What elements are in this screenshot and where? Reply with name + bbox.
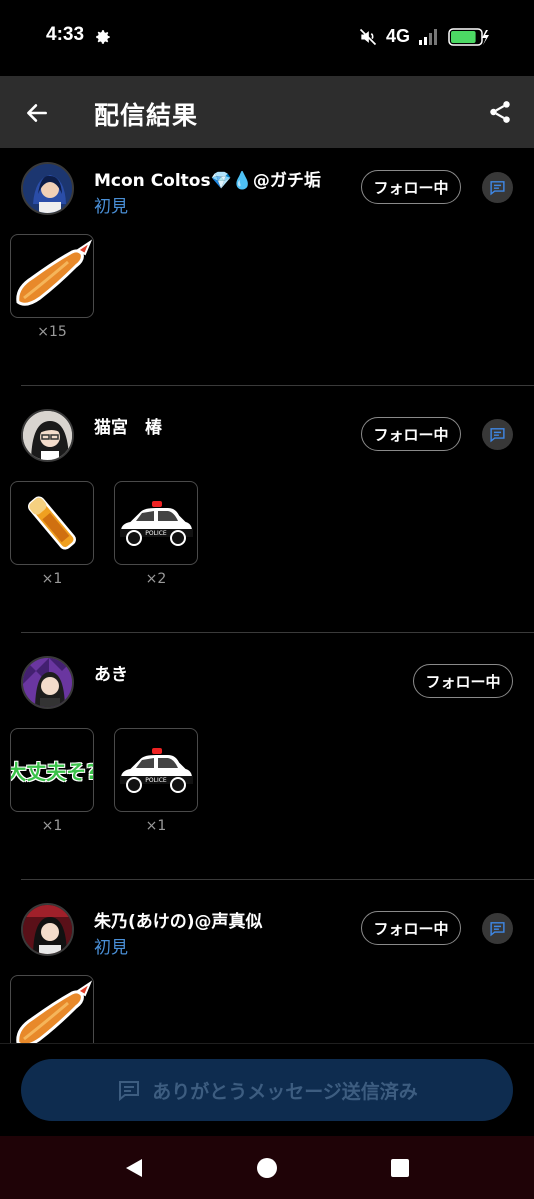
message-button[interactable] <box>482 172 513 203</box>
police-car-icon: POLICE <box>119 501 194 546</box>
message-button[interactable] <box>482 913 513 944</box>
chat-bubble-icon <box>490 181 505 196</box>
back-button[interactable] <box>20 96 54 130</box>
chat-bubble-icon <box>119 1081 140 1102</box>
triangle-back-icon <box>126 1159 142 1177</box>
thanks-button-label: ありがとうメッセージ送信済み <box>152 1080 418 1103</box>
viewer-item: Mcon Coltos💎💧@ガチ垢 初見 フォロー中 ×15 <box>0 148 534 386</box>
share-icon <box>490 101 510 123</box>
gift-item[interactable]: 大丈夫そ? <box>10 728 94 812</box>
follow-button[interactable]: フォロー中 <box>413 664 513 698</box>
avatar[interactable] <box>21 656 74 709</box>
viewer-name: 猫宮 椿 <box>94 418 162 438</box>
divider <box>21 632 534 633</box>
gift-item[interactable] <box>10 481 94 565</box>
gift-count: ×1 <box>41 571 63 587</box>
viewer-name: あき <box>94 665 128 685</box>
message-button[interactable] <box>482 419 513 450</box>
police-car-icon: POLICE <box>119 748 194 793</box>
signal-icon <box>419 28 437 45</box>
share-button[interactable] <box>484 96 516 128</box>
gift-item[interactable]: POLICE <box>114 728 198 812</box>
square-recents-icon <box>391 1159 409 1177</box>
daijoubu-sticker-icon: 大丈夫そ? <box>10 759 94 784</box>
circle-home-icon <box>257 1158 277 1178</box>
viewer-item: 朱乃(あけの)@声真似 初見 フォロー中 <box>0 889 534 1043</box>
avatar[interactable] <box>21 162 74 215</box>
viewer-item: あき フォロー中 大丈夫そ? ×1 POLICE ×1 <box>0 642 534 880</box>
viewer-item: 猫宮 椿 フォロー中 ×1 POLICE ×2 <box>0 395 534 633</box>
avatar[interactable] <box>21 409 74 462</box>
police-label: POLICE <box>145 777 167 784</box>
avatar-image-icon <box>23 658 72 707</box>
status-time: 4:33 <box>46 24 85 45</box>
battery-icon <box>448 27 489 46</box>
chat-bubble-icon <box>490 922 505 937</box>
app-bar: 配信結果 <box>0 76 534 148</box>
viewer-name: Mcon Coltos💎💧@ガチ垢 <box>94 171 321 191</box>
fried-shrimp-icon <box>16 980 92 1043</box>
gift-item[interactable]: POLICE <box>114 481 198 565</box>
gift-count: ×2 <box>145 571 167 587</box>
mute-icon <box>359 28 377 45</box>
police-label: POLICE <box>145 530 167 537</box>
chat-bubble-icon <box>490 428 505 443</box>
nav-recents-button[interactable] <box>388 1156 412 1180</box>
avatar-image-icon <box>23 164 72 213</box>
viewer-list[interactable]: Mcon Coltos💎💧@ガチ垢 初見 フォロー中 ×15 猫宮 椿 フォロー… <box>0 148 534 1043</box>
divider <box>21 879 534 880</box>
system-nav-bar <box>0 1136 534 1199</box>
gift-item[interactable] <box>10 975 94 1043</box>
first-time-tag: 初見 <box>94 938 128 958</box>
bottom-action-area: ありがとうメッセージ送信済み <box>0 1043 534 1136</box>
avatar[interactable] <box>21 903 74 956</box>
network-type: 4G <box>385 26 410 46</box>
nav-back-button[interactable] <box>122 1156 146 1180</box>
page-title: 配信結果 <box>94 101 199 130</box>
fried-shrimp-icon <box>16 239 92 306</box>
gift-item[interactable] <box>10 234 94 318</box>
viewer-name: 朱乃(あけの)@声真似 <box>94 912 263 932</box>
follow-button[interactable]: フォロー中 <box>361 911 461 945</box>
arrow-left-icon <box>27 104 47 122</box>
divider <box>21 385 534 386</box>
thanks-message-button[interactable]: ありがとうメッセージ送信済み <box>21 1059 513 1121</box>
gift-count: ×1 <box>41 818 63 834</box>
status-indicators: 4G <box>358 26 490 47</box>
settings-gear-icon <box>96 30 110 44</box>
nav-home-button[interactable] <box>255 1156 279 1180</box>
follow-button[interactable]: フォロー中 <box>361 417 461 451</box>
avatar-image-icon <box>23 905 72 954</box>
follow-button[interactable]: フォロー中 <box>361 170 461 204</box>
status-bar: 4:33 4G <box>0 0 534 76</box>
gift-count: ×1 <box>145 818 167 834</box>
gift-count: ×15 <box>37 324 67 340</box>
avatar-image-icon <box>23 411 72 460</box>
glowstick-icon <box>28 496 76 550</box>
first-time-tag: 初見 <box>94 197 128 217</box>
